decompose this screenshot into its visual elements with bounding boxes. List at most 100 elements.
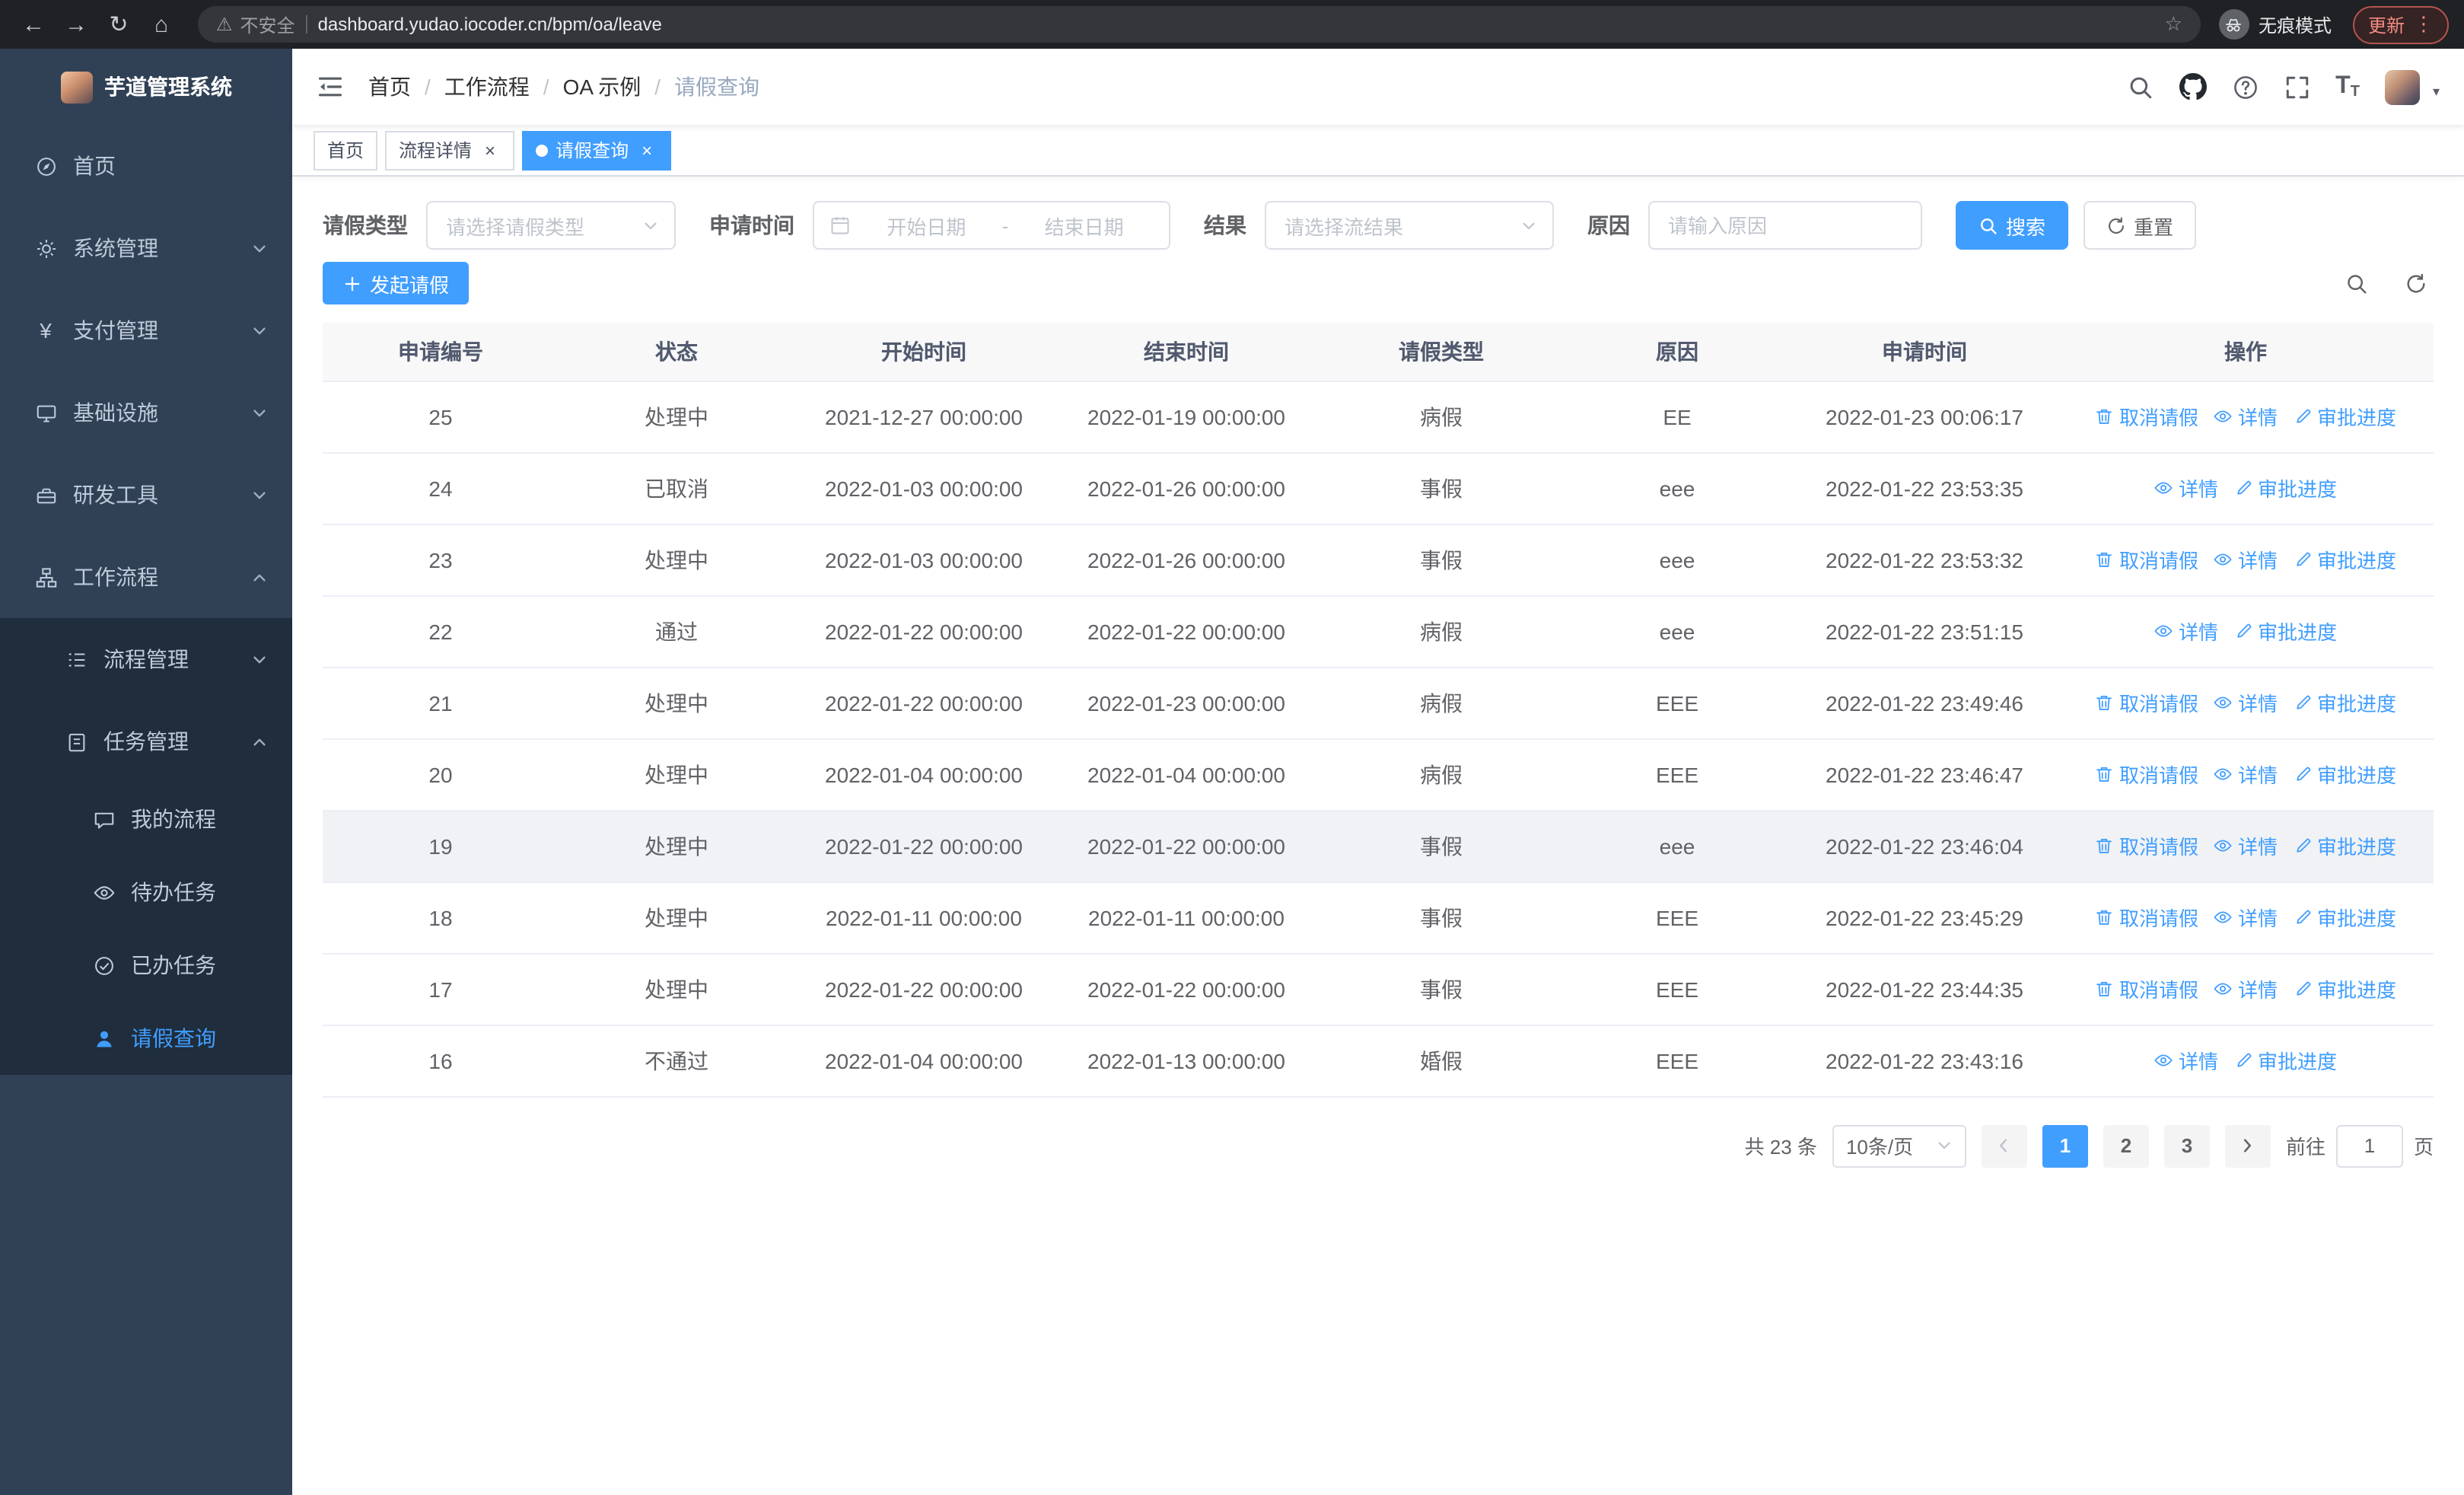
cell-apply-time: 2022-01-22 23:53:35 xyxy=(1791,452,2058,524)
cancel-leave-link[interactable]: 取消请假 xyxy=(2095,688,2198,717)
back-icon[interactable]: ← xyxy=(15,6,52,43)
page-button-2[interactable]: 2 xyxy=(2103,1124,2149,1167)
tab-home[interactable]: 首页 xyxy=(314,130,378,170)
cell-status: 处理中 xyxy=(559,881,794,954)
sidebar-item-my-processes[interactable]: 我的流程 xyxy=(0,783,292,856)
table-row[interactable]: 24 已取消 2022-01-03 00:00:00 2022-01-26 00:00… xyxy=(323,452,2434,524)
approval-progress-link[interactable]: 审批进度 xyxy=(2233,1046,2337,1075)
chevron-down-icon xyxy=(251,404,268,421)
breadcrumb-item[interactable]: 首页 xyxy=(368,72,411,102)
detail-link[interactable]: 详情 xyxy=(2214,688,2278,717)
sidebar-item-home[interactable]: 首页 xyxy=(0,125,292,207)
sidebar-item-payment-management[interactable]: ¥ 支付管理 xyxy=(0,289,292,371)
close-icon[interactable]: × xyxy=(479,139,501,161)
detail-link[interactable]: 详情 xyxy=(2214,903,2278,932)
user-avatar[interactable] xyxy=(2385,69,2421,104)
reload-icon[interactable]: ↻ xyxy=(100,6,137,43)
detail-link[interactable]: 详情 xyxy=(2214,831,2278,860)
cell-end-time: 2022-01-13 00:00:00 xyxy=(1053,1025,1320,1097)
table-row[interactable]: 19 处理中 2022-01-22 00:00:00 2022-01-22 00:00… xyxy=(323,810,2434,882)
forward-icon[interactable]: → xyxy=(58,6,94,43)
browser-update-button[interactable]: 更新 ⋮ xyxy=(2352,5,2449,43)
cancel-leave-link[interactable]: 取消请假 xyxy=(2095,831,2198,860)
goto-page-input[interactable] xyxy=(2335,1124,2403,1167)
cancel-leave-link[interactable]: 取消请假 xyxy=(2095,402,2198,431)
sidebar-item-leave-query[interactable]: 请假查询 xyxy=(0,1002,292,1075)
help-icon[interactable] xyxy=(2232,74,2258,100)
sidebar-item-task-management[interactable]: 任务管理 xyxy=(0,700,292,783)
approval-progress-link[interactable]: 审批进度 xyxy=(2293,831,2396,860)
sidebar-item-system-management[interactable]: 系统管理 xyxy=(0,207,292,289)
approval-progress-link[interactable]: 审批进度 xyxy=(2293,903,2396,932)
tab-process-detail[interactable]: 流程详情 × xyxy=(385,130,515,170)
table-row[interactable]: 21 处理中 2022-01-22 00:00:00 2022-01-23 00:00… xyxy=(323,667,2434,739)
cancel-leave-link[interactable]: 取消请假 xyxy=(2095,760,2198,789)
result-select[interactable]: 请选择流结果 xyxy=(1265,201,1554,250)
start-date-placeholder: 开始日期 xyxy=(887,215,966,238)
github-icon[interactable] xyxy=(2179,73,2207,100)
table-row[interactable]: 17 处理中 2022-01-22 00:00:00 2022-01-22 00:00… xyxy=(323,953,2434,1025)
home-icon[interactable]: ⌂ xyxy=(143,6,180,43)
reset-button[interactable]: 重置 xyxy=(2084,201,2197,250)
approval-progress-link[interactable]: 审批进度 xyxy=(2293,402,2396,431)
breadcrumb-item[interactable]: 工作流程 xyxy=(444,72,530,102)
next-page-button[interactable] xyxy=(2224,1124,2271,1167)
sidebar-item-infrastructure[interactable]: 基础设施 xyxy=(0,371,292,454)
approval-progress-link[interactable]: 审批进度 xyxy=(2293,688,2396,717)
caret-down-icon[interactable]: ▾ xyxy=(2433,83,2440,104)
table-row[interactable]: 22 通过 2022-01-22 00:00:00 2022-01-22 00:00:… xyxy=(323,595,2434,668)
font-size-icon[interactable]: TT xyxy=(2335,73,2360,100)
tab-leave-query[interactable]: 请假查询 × xyxy=(522,130,672,170)
toggle-search-icon[interactable] xyxy=(2345,272,2368,295)
url-text[interactable]: dashboard.yudao.iocoder.cn/bpm/oa/leave xyxy=(318,14,2154,35)
close-icon[interactable]: × xyxy=(636,139,657,161)
app-logo[interactable]: 芋道管理系统 xyxy=(0,49,292,125)
cancel-leave-link[interactable]: 取消请假 xyxy=(2095,545,2198,574)
search-button[interactable]: 搜索 xyxy=(1956,201,2069,250)
table-row[interactable]: 23 处理中 2022-01-03 00:00:00 2022-01-26 00:00… xyxy=(323,524,2434,596)
cancel-leave-link[interactable]: 取消请假 xyxy=(2095,903,2198,932)
page-button-1[interactable]: 1 xyxy=(2042,1124,2088,1167)
browser-menu-icon[interactable]: ⋮ xyxy=(2414,12,2434,37)
approval-progress-link[interactable]: 审批进度 xyxy=(2293,760,2396,789)
font-size-large-glyph: T xyxy=(2335,73,2351,99)
hamburger-icon[interactable] xyxy=(317,73,344,100)
sidebar-item-done-tasks[interactable]: 已办任务 xyxy=(0,929,292,1002)
approval-progress-link[interactable]: 审批进度 xyxy=(2233,473,2337,502)
leave-type-select[interactable]: 请选择请假类型 xyxy=(426,201,676,250)
table-row[interactable]: 25 处理中 2021-12-27 00:00:00 2022-01-19 00:00… xyxy=(323,381,2434,453)
page-button-3[interactable]: 3 xyxy=(2163,1124,2210,1167)
detail-link[interactable]: 详情 xyxy=(2214,974,2278,1003)
detail-link[interactable]: 详情 xyxy=(2214,760,2278,789)
sidebar-item-todo-tasks[interactable]: 待办任务 xyxy=(0,856,292,929)
cancel-leave-link[interactable]: 取消请假 xyxy=(2095,974,2198,1003)
sidebar-item-workflow[interactable]: 工作流程 xyxy=(0,536,292,618)
security-status[interactable]: ⚠ 不安全 xyxy=(216,11,295,37)
fullscreen-icon[interactable] xyxy=(2284,74,2310,100)
approval-progress-link[interactable]: 审批进度 xyxy=(2293,974,2396,1003)
apply-time-range-picker[interactable]: 开始日期 - 结束日期 xyxy=(813,201,1170,250)
detail-link[interactable]: 详情 xyxy=(2154,473,2218,502)
cell-status: 处理中 xyxy=(559,667,794,739)
approval-progress-link[interactable]: 审批进度 xyxy=(2233,617,2337,645)
sidebar-item-process-management[interactable]: 流程管理 xyxy=(0,618,292,700)
sidebar-item-dev-tools[interactable]: 研发工具 xyxy=(0,454,292,536)
reason-input[interactable] xyxy=(1648,201,1922,250)
breadcrumb-item[interactable]: OA 示例 xyxy=(563,72,641,102)
search-icon[interactable] xyxy=(2127,74,2153,100)
detail-link[interactable]: 详情 xyxy=(2154,1046,2218,1075)
bookmark-star-icon[interactable]: ☆ xyxy=(2165,12,2182,37)
detail-link[interactable]: 详情 xyxy=(2214,545,2278,574)
table-row[interactable]: 20 处理中 2022-01-04 00:00:00 2022-01-04 00:00… xyxy=(323,738,2434,811)
refresh-icon[interactable] xyxy=(2405,272,2427,295)
page-size-select[interactable]: 10条/页 xyxy=(1832,1124,1966,1167)
cancel-leave-link-label: 取消请假 xyxy=(2119,550,2198,572)
approval-progress-link[interactable]: 审批进度 xyxy=(2293,545,2396,574)
table-row[interactable]: 18 处理中 2022-01-11 00:00:00 2022-01-11 00:00… xyxy=(323,881,2434,954)
create-leave-button[interactable]: 发起请假 xyxy=(323,262,470,304)
prev-page-button[interactable] xyxy=(1981,1124,2027,1167)
detail-link[interactable]: 详情 xyxy=(2214,402,2278,431)
table-row[interactable]: 16 不通过 2022-01-04 00:00:00 2022-01-13 00:00… xyxy=(323,1025,2434,1097)
url-bar[interactable]: ⚠ 不安全 dashboard.yudao.iocoder.cn/bpm/oa/… xyxy=(198,6,2201,43)
detail-link[interactable]: 详情 xyxy=(2154,617,2218,645)
